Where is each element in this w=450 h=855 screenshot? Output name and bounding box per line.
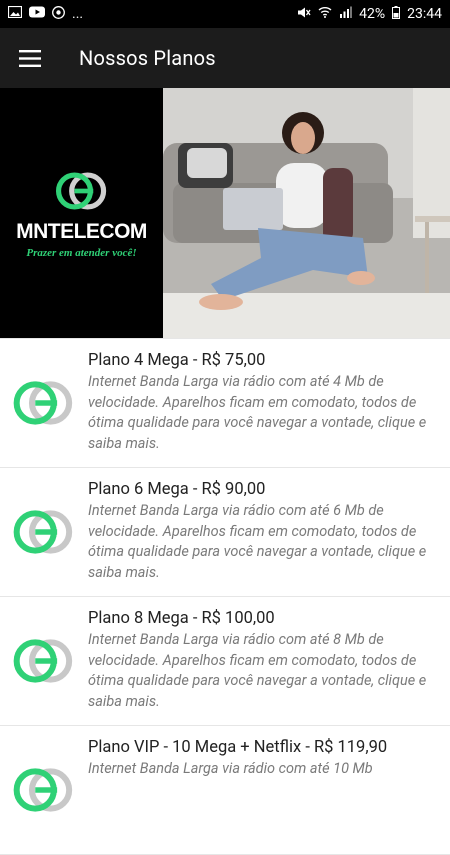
mute-icon [297, 6, 311, 23]
plan-title: Plano 8 Mega - R$ 100,00 [88, 609, 275, 628]
plan-title: Plano 4 Mega - R$ 75,00 [88, 351, 266, 370]
app-bar: Nossos Planos [0, 28, 450, 88]
youtube-icon [29, 6, 45, 22]
plan-logo-icon [0, 339, 88, 467]
list-item[interactable]: Plano 8 Mega - R$ 100,00 Internet Banda … [0, 597, 450, 726]
company-slogan: Prazer em atender você! [26, 246, 137, 259]
gallery-icon [7, 5, 23, 22]
status-bar: ... 42% 23:44 [0, 0, 450, 28]
list-item[interactable]: Plano 6 Mega - R$ 90,00 Internet Banda L… [0, 468, 450, 597]
company-logo-mark [55, 171, 106, 210]
page-title: Nossos Planos [79, 46, 216, 70]
plan-title: Plano 6 Mega - R$ 90,00 [88, 480, 266, 499]
clock: 23:44 [407, 6, 442, 22]
plan-description: Internet Banda Larga via rádio com até 8… [88, 631, 427, 710]
plan-logo-icon [0, 726, 88, 854]
company-logo-panel: MNTELECOM Prazer em atender você! [0, 88, 163, 338]
list-item[interactable]: Plano 4 Mega - R$ 75,00 Internet Banda L… [0, 339, 450, 468]
battery-percent: 42% [359, 6, 386, 22]
list-item[interactable]: Plano VIP - 10 Mega + Netflix - R$ 119,9… [0, 726, 450, 855]
company-name: MNTELECOM [16, 219, 147, 243]
battery-icon [392, 5, 401, 23]
hero-banner: MNTELECOM Prazer em atender você! [0, 88, 450, 338]
woman-with-laptop-photo [163, 88, 450, 338]
wifi-icon [318, 6, 332, 22]
chrome-icon [52, 5, 65, 23]
banner-photo [163, 88, 450, 338]
plan-description: Internet Banda Larga via rádio com até 6… [88, 502, 427, 581]
plan-logo-icon [0, 468, 88, 596]
plan-description: Internet Banda Larga via rádio com até 1… [88, 760, 373, 777]
signal-icon [339, 6, 353, 22]
plans-list: Plano 4 Mega - R$ 75,00 Internet Banda L… [0, 338, 450, 855]
hamburger-menu-icon [19, 49, 41, 67]
plan-title: Plano VIP - 10 Mega + Netflix - R$ 119,9… [88, 738, 388, 757]
plan-logo-icon [0, 597, 88, 725]
plan-description: Internet Banda Larga via rádio com até 4… [88, 373, 427, 452]
menu-button[interactable] [0, 28, 60, 88]
more-notifications: ... [72, 6, 84, 22]
